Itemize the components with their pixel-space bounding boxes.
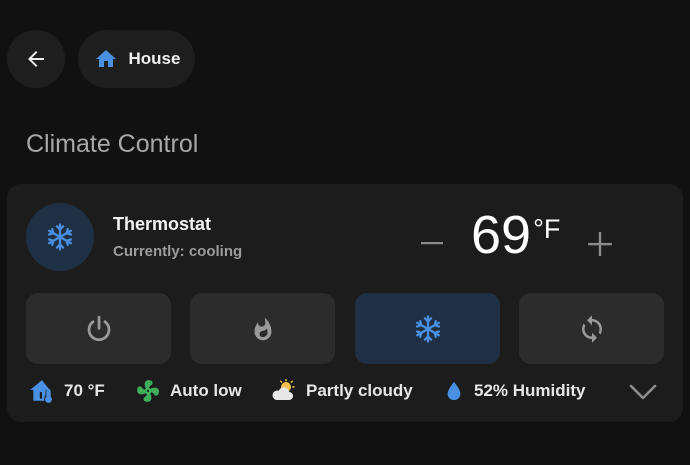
increase-temperature-button[interactable] — [585, 229, 615, 259]
minus-icon — [421, 242, 443, 245]
thermometer-home-icon — [30, 380, 52, 403]
chevron-down-icon — [629, 384, 657, 400]
thermostat-status: Currently: cooling — [113, 243, 243, 260]
fan-mode-attribute[interactable]: Auto low — [135, 376, 242, 406]
thermostat-card: Thermostat Currently: cooling 69 °F 70 °… — [7, 184, 683, 422]
arrow-left-icon — [28, 51, 44, 67]
snowflake-icon — [415, 314, 440, 343]
mode-off-button[interactable] — [26, 293, 171, 364]
sync-icon — [581, 314, 602, 343]
power-icon — [87, 315, 110, 341]
back-button[interactable] — [7, 30, 65, 88]
partly-cloudy-icon — [272, 378, 295, 401]
target-temperature: 69 °F — [471, 206, 560, 264]
target-temperature-value: 69 — [471, 205, 532, 265]
flame-icon — [254, 317, 271, 340]
current-mode-indicator[interactable] — [26, 203, 94, 271]
mode-heat-cool-button[interactable] — [519, 293, 664, 364]
humidity-attribute[interactable]: 52% Humidity — [443, 376, 585, 406]
fan-mode-label: Auto low — [170, 381, 242, 400]
decrease-temperature-button[interactable] — [417, 228, 447, 258]
water-drop-icon — [447, 381, 461, 401]
snowflake-icon — [47, 223, 73, 251]
current-temperature-attribute[interactable]: 70 °F — [29, 376, 105, 406]
home-icon — [95, 50, 116, 67]
fan-icon — [137, 380, 159, 402]
page-title: Climate Control — [26, 130, 199, 158]
mode-cool-button[interactable] — [355, 293, 500, 364]
breadcrumb-house[interactable]: House — [78, 30, 195, 88]
plus-icon — [588, 232, 612, 256]
mode-heat-button[interactable] — [190, 293, 335, 364]
weather-label: Partly cloudy — [306, 381, 413, 400]
expand-button[interactable] — [627, 380, 659, 404]
humidity-label: 52% Humidity — [474, 381, 586, 400]
temperature-unit: °F — [533, 214, 561, 244]
breadcrumb-label: House — [128, 49, 181, 68]
thermostat-name: Thermostat — [113, 214, 212, 234]
weather-attribute[interactable]: Partly cloudy — [269, 376, 413, 406]
current-temperature-label: 70 °F — [64, 381, 105, 400]
